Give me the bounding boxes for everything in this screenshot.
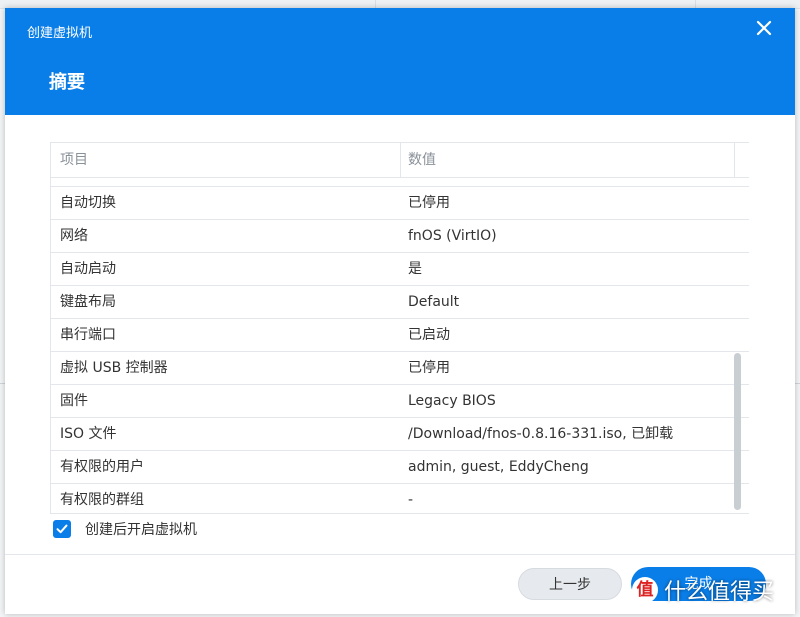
row-item: 固件 [60,393,88,409]
row-value: 已停用 [408,360,450,376]
table-row: 有权限的群组 - [51,484,749,513]
step-title: 摘要 [49,72,85,93]
table-row: 固件 Legacy BIOS [51,385,749,418]
create-vm-dialog: 创建虚拟机 摘要 项目 数值 自动切换 已停用 网络 fnOS (VirtIO) [5,8,795,614]
column-divider [734,143,735,177]
table-header: 项目 数值 [51,143,749,178]
row-item: 有权限的用户 [60,459,144,475]
row-value: admin, guest, EddyCheng [408,459,589,475]
background-divider [375,0,376,8]
table-row: 自动启动 是 [51,253,749,286]
row-item: ISO 文件 [60,426,117,442]
table-row: 有权限的用户 admin, guest, EddyCheng [51,451,749,484]
row-item: 键盘布局 [60,294,116,310]
row-item: 虚拟 USB 控制器 [60,360,168,376]
start-after-create-label: 创建后开启虚拟机 [85,522,197,538]
table-scrollbar[interactable] [734,353,741,510]
dialog-title: 创建虚拟机 [27,26,93,41]
table-row: 自动切换 已停用 [51,187,749,220]
table-row: 网络 fnOS (VirtIO) [51,220,749,253]
site-watermark: 值 什么值得买 [632,572,774,608]
row-value: Legacy BIOS [408,393,496,409]
check-icon [56,524,68,534]
row-item: 有权限的群组 [60,492,144,508]
close-icon[interactable] [755,19,773,37]
table-row: 键盘布局 Default [51,286,749,319]
column-header-value[interactable]: 数值 [408,143,436,177]
row-value: - [408,492,414,508]
previous-button[interactable]: 上一步 [518,568,622,600]
row-value: 是 [408,261,422,277]
column-header-item[interactable]: 项目 [60,143,88,177]
row-value: Default [408,294,460,310]
row-item: 网络 [60,228,88,244]
row-value: fnOS (VirtIO) [408,228,497,244]
table-row-partial [51,178,749,187]
column-divider [400,143,401,177]
watermark-logo-icon: 值 [632,577,658,603]
row-value: 已停用 [408,195,450,211]
row-item: 串行端口 [60,327,116,343]
table-row: 串行端口 已启动 [51,319,749,352]
row-item: 自动切换 [60,195,116,211]
start-after-create-option[interactable]: 创建后开启虚拟机 [53,518,197,540]
start-after-create-checkbox[interactable] [53,520,71,538]
table-row: 虚拟 USB 控制器 已停用 [51,352,749,385]
footer-divider [5,554,795,555]
watermark-text: 什么值得买 [664,580,775,605]
row-item: 自动启动 [60,261,116,277]
table-body: 自动切换 已停用 网络 fnOS (VirtIO) 自动启动 是 键盘布局 De… [51,187,749,513]
background-divider [695,0,696,8]
row-value: 已启动 [408,327,450,343]
table-row: ISO 文件 /Download/fnos-0.8.16-331.iso, 已卸… [51,418,749,451]
dialog-header: 创建虚拟机 摘要 [5,8,795,115]
summary-table: 项目 数值 自动切换 已停用 网络 fnOS (VirtIO) 自动启动 是 键… [50,142,749,514]
row-value: /Download/fnos-0.8.16-331.iso, 已卸载 [408,426,674,442]
